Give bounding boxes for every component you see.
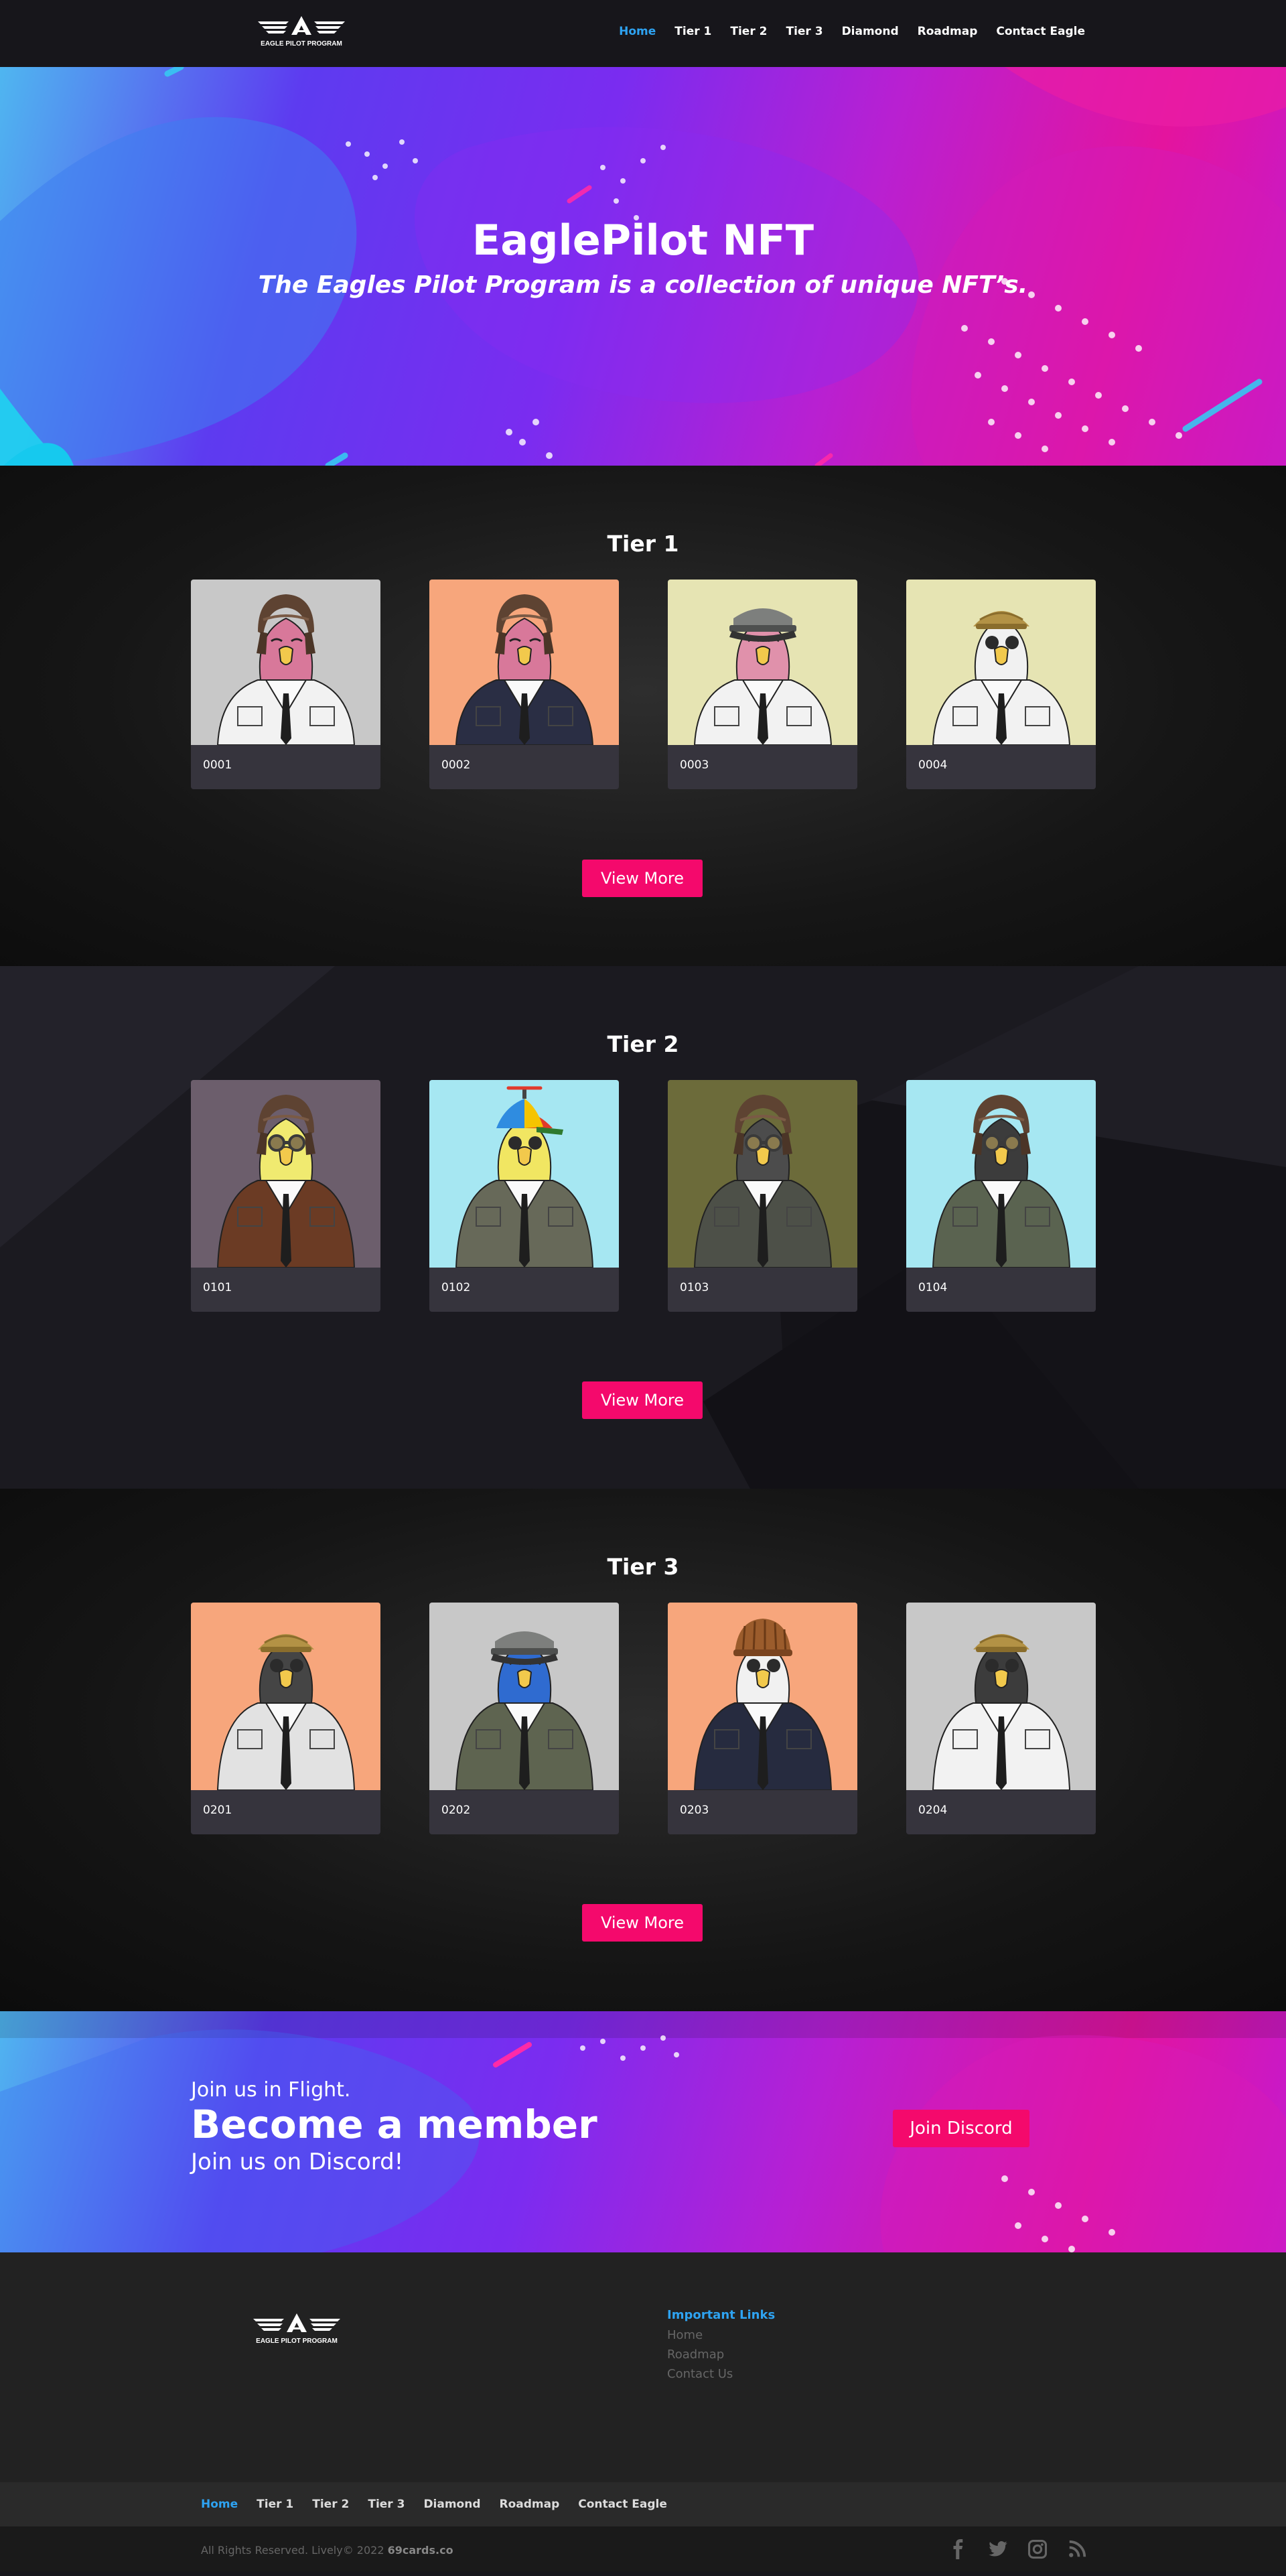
nft-card[interactable]: 0204 [906,1603,1096,1834]
hero-subtitle: The Eagles Pilot Program is a collection… [258,271,1028,299]
join-discord-button[interactable]: Join Discord [893,2110,1029,2147]
nav-tier-3[interactable]: Tier 3 [786,25,823,38]
footer-nav-tier-1[interactable]: Tier 1 [257,2498,293,2511]
nft-image [906,1080,1096,1268]
nft-id: 0004 [918,758,948,772]
nft-image [668,580,857,745]
social-links [947,2539,1088,2559]
rss-icon[interactable] [1066,2539,1088,2559]
footer-link-contact-us[interactable]: Contact Us [667,2367,733,2381]
tier-1-cards: 0001 0002 0003 0004 [191,580,1096,789]
site-footer: EAGLE PILOT PROGRAM Important Links Home… [0,2252,1286,2482]
important-links-heading: Important Links [667,2308,776,2322]
member-banner: Join us in Flight. Become a member Join … [0,2011,1286,2252]
site-logo[interactable]: EAGLE PILOT PROGRAM [251,12,352,52]
hero-background-shapes [0,67,1286,466]
svg-text:EAGLE PILOT PROGRAM: EAGLE PILOT PROGRAM [256,2337,338,2345]
nft-image [429,1603,619,1790]
tier-2-cards: 0101 0102 0103 0104 [191,1080,1096,1312]
nft-id: 0104 [918,1281,948,1294]
tier-1-view-more-button[interactable]: View More [582,860,703,897]
nft-card[interactable]: 0201 [191,1603,380,1834]
nft-card[interactable]: 0001 [191,580,380,789]
hero-title: EaglePilot NFT [472,216,814,265]
footer-nav-contact-eagle[interactable]: Contact Eagle [578,2498,667,2511]
nft-image [429,1080,619,1268]
footer-link-home[interactable]: Home [667,2328,733,2342]
footer-nav-diamond[interactable]: Diamond [423,2498,480,2511]
tier-3-cards: 0201 0202 0203 0204 [191,1603,1096,1834]
important-links: Home Roadmap Contact Us [667,2328,733,2381]
nft-image [906,580,1096,745]
nft-image [668,1080,857,1268]
nft-card[interactable]: 0203 [668,1603,857,1834]
nft-card[interactable]: 0102 [429,1080,619,1312]
nav-tier-2[interactable]: Tier 2 [730,25,767,38]
nft-card[interactable]: 0101 [191,1080,380,1312]
nft-card[interactable]: 0103 [668,1080,857,1312]
nav-tier-1[interactable]: Tier 1 [674,25,711,38]
copyright-brand-link[interactable]: 69cards.co [388,2544,453,2557]
nav-contact-eagle[interactable]: Contact Eagle [996,25,1085,38]
nft-card[interactable]: 0004 [906,580,1096,789]
tier-2-view-more-button[interactable]: View More [582,1381,703,1419]
bottom-bar: All Rights Reserved. Lively© 2022 69card… [0,2526,1286,2571]
svg-text:EAGLE PILOT PROGRAM: EAGLE PILOT PROGRAM [261,40,342,48]
member-subtitle: Join us on Discord! [191,2149,404,2175]
hero-banner: EaglePilot NFT The Eagles Pilot Program … [0,67,1286,466]
tier-1-title: Tier 1 [607,531,679,557]
nft-image [906,1603,1096,1790]
site-header: EAGLE PILOT PROGRAM Home Tier 1 Tier 2 T… [0,0,1286,67]
copyright: All Rights Reserved. Lively© 2022 69card… [201,2544,453,2557]
nft-card[interactable]: 0202 [429,1603,619,1834]
member-title: Become a member [191,2102,597,2147]
nft-id: 0003 [680,758,709,772]
nft-id: 0203 [680,1804,709,1817]
nft-id: 0202 [441,1804,471,1817]
tier-3-section: Tier 3 0201 0202 0203 0204 View More [0,1489,1286,2011]
nft-card[interactable]: 0104 [906,1080,1096,1312]
nft-id: 0102 [441,1281,471,1294]
tier-2-section: Tier 2 0101 0102 0103 0104 View More [0,966,1286,1489]
nft-image [191,1080,380,1268]
nft-id: 0001 [203,758,232,772]
nav-roadmap[interactable]: Roadmap [918,25,978,38]
nft-id: 0204 [918,1804,948,1817]
footer-nav-tier-2[interactable]: Tier 2 [312,2498,349,2511]
facebook-icon[interactable] [947,2539,970,2559]
nft-card[interactable]: 0003 [668,580,857,789]
instagram-icon[interactable] [1026,2539,1049,2559]
nft-image [191,1603,380,1790]
tier-3-view-more-button[interactable]: View More [582,1904,703,1942]
nft-id: 0103 [680,1281,709,1294]
nft-card[interactable]: 0002 [429,580,619,789]
nft-id: 0002 [441,758,471,772]
nav-home[interactable]: Home [619,25,656,38]
nft-id: 0201 [203,1804,232,1817]
nav-diamond[interactable]: Diamond [842,25,899,38]
nft-image [668,1603,857,1790]
nft-image [429,580,619,745]
nft-id: 0101 [203,1281,232,1294]
footer-logo[interactable]: EAGLE PILOT PROGRAM [246,2309,347,2350]
footer-nav-roadmap[interactable]: Roadmap [500,2498,560,2511]
footer-nav-tier-3[interactable]: Tier 3 [368,2498,405,2511]
footer-nav-home[interactable]: Home [201,2498,238,2511]
twitter-icon[interactable] [987,2539,1009,2559]
tier-1-section: Tier 1 0001 0002 0003 0004 View More [0,466,1286,966]
tier-3-title: Tier 3 [607,1554,679,1580]
nft-image [191,580,380,745]
footer-nav: Home Tier 1 Tier 2 Tier 3 Diamond Roadma… [201,2498,667,2511]
footer-nav-bar: Home Tier 1 Tier 2 Tier 3 Diamond Roadma… [0,2482,1286,2526]
footer-link-roadmap[interactable]: Roadmap [667,2348,733,2362]
tier-2-title: Tier 2 [607,1031,679,1057]
main-nav: Home Tier 1 Tier 2 Tier 3 Diamond Roadma… [619,25,1085,38]
member-pretitle: Join us in Flight. [191,2078,351,2102]
